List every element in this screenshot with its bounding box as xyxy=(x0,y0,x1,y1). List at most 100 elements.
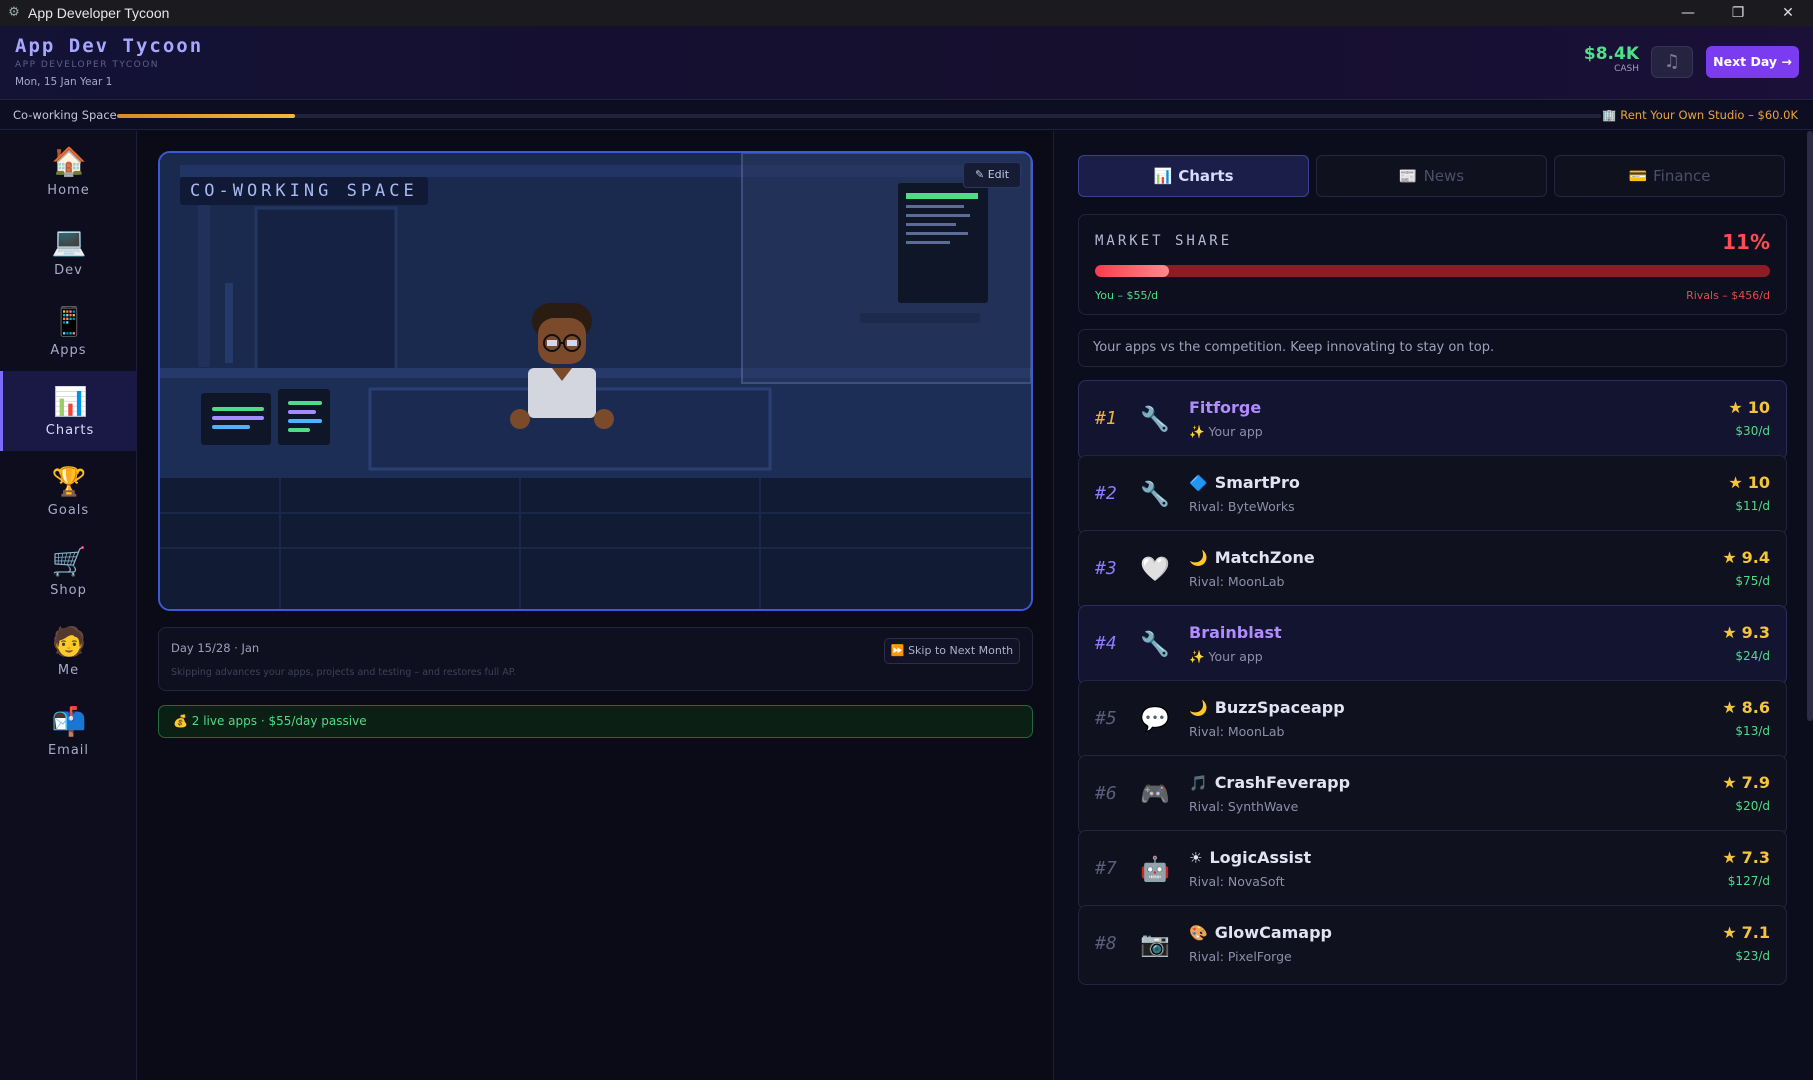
scene-label: CO-WORKING SPACE xyxy=(180,177,428,205)
score-value: 9.4 xyxy=(1741,548,1770,567)
star-icon: ★ xyxy=(1722,773,1737,792)
score-value: 10 xyxy=(1747,473,1770,492)
app-name-text: Fitforge xyxy=(1189,398,1262,417)
ranking-row[interactable]: #8 📷 🎨 GlowCamapp Rival: PixelForge ★ 7.1 $23/d xyxy=(1078,905,1787,985)
chart-icon: 📊 xyxy=(1153,167,1173,185)
sidebar-item-shop[interactable]: 🛒 Shop xyxy=(0,531,137,611)
newspaper-icon: 📰 xyxy=(1398,167,1418,185)
wrench-icon: 🔧 xyxy=(1140,630,1170,658)
building-icon: 🏢 xyxy=(1602,108,1621,122)
star-icon: ★ xyxy=(1722,923,1737,942)
edit-scene-button[interactable]: ✎ Edit xyxy=(963,162,1021,188)
app-name: 🌙 BuzzSpaceapp xyxy=(1189,698,1345,717)
office-scene[interactable]: CO-WORKING SPACE ✎ Edit xyxy=(158,151,1033,611)
wrench-icon: 🔧 xyxy=(1140,405,1170,433)
moon-icon: 🌙 xyxy=(1189,699,1208,717)
office-goal[interactable]: 🏢 Rent Your Own Studio – $60.0K xyxy=(1602,108,1798,122)
laptop-icon: 💻 xyxy=(51,225,87,258)
rank-number: #4 xyxy=(1095,633,1117,654)
sidebar-item-apps[interactable]: 📱 Apps xyxy=(0,291,137,371)
app-score: ★ 7.9 xyxy=(1722,773,1770,792)
score-value: 10 xyxy=(1747,398,1770,417)
music-toggle-button[interactable]: ♫ xyxy=(1651,46,1693,78)
sidebar-item-dev[interactable]: 💻 Dev xyxy=(0,211,137,291)
game-date: Mon, 15 Jan Year 1 xyxy=(15,76,113,88)
market-share-card: MARKET SHARE 11% You – $55/d Rivals – $4… xyxy=(1078,214,1787,315)
edit-label: Edit xyxy=(987,168,1010,181)
app-name-text: LogicAssist xyxy=(1209,848,1312,867)
score-value: 9.3 xyxy=(1741,623,1770,642)
sidebar-item-label: Goals xyxy=(47,503,90,518)
right-scrollbar[interactable] xyxy=(1807,131,1813,1080)
tab-news[interactable]: 📰 News xyxy=(1316,155,1547,197)
rank-number: #5 xyxy=(1095,708,1117,729)
app-name: 🔷 SmartPro xyxy=(1189,473,1300,492)
gamepad-icon: 🎮 xyxy=(1140,780,1170,808)
app-name-text: SmartPro xyxy=(1214,473,1300,492)
scrollbar-thumb[interactable] xyxy=(1807,131,1813,721)
ranking-row[interactable]: #3 🤍 🌙 MatchZone Rival: MoonLab ★ 9.4 $75/d xyxy=(1078,530,1787,610)
app-name: 🎵 CrashFeverapp xyxy=(1189,773,1350,792)
app-income: $23/d xyxy=(1735,949,1770,963)
sidebar-item-email[interactable]: 📬 Email xyxy=(0,691,137,771)
next-day-button[interactable]: Next Day → xyxy=(1706,46,1799,78)
day-counter: Day 15/28 · Jan xyxy=(171,641,260,655)
diamond-icon: 🔷 xyxy=(1189,474,1208,492)
tab-finance[interactable]: 💳 Finance xyxy=(1554,155,1785,197)
tab-charts[interactable]: 📊 Charts xyxy=(1078,155,1309,197)
restore-icon[interactable]: ❐ xyxy=(1713,0,1763,26)
sidebar-item-goals[interactable]: 🏆 Goals xyxy=(0,451,137,531)
ranking-row[interactable]: #4 🔧 Brainblast ✨ Your app ★ 9.3 $24/d xyxy=(1078,605,1787,685)
sidebar-item-charts[interactable]: 📊 Charts xyxy=(0,371,137,451)
app-income: $20/d xyxy=(1735,799,1770,813)
sidebar-item-home[interactable]: 🏠 Home xyxy=(0,131,137,211)
phone-icon: 📱 xyxy=(51,305,87,338)
office-progress-track xyxy=(117,114,1601,118)
star-icon: ★ xyxy=(1722,698,1737,717)
minimize-icon[interactable]: — xyxy=(1663,0,1713,26)
app-owner: Rival: ByteWorks xyxy=(1189,499,1295,514)
ranking-row[interactable]: #5 💬 🌙 BuzzSpaceapp Rival: MoonLab ★ 8.6 $13/d xyxy=(1078,680,1787,760)
score-value: 7.9 xyxy=(1741,773,1770,792)
app-score: ★ 8.6 xyxy=(1722,698,1770,717)
ranking-row[interactable]: #7 🤖 ☀ LogicAssist Rival: NovaSoft ★ 7.3 $127/d xyxy=(1078,830,1787,910)
tab-label: News xyxy=(1423,167,1465,185)
office-label: Co-working Space xyxy=(13,108,117,122)
rank-number: #2 xyxy=(1095,483,1117,504)
app-income: $11/d xyxy=(1735,499,1770,513)
sidebar-item-label: Shop xyxy=(50,583,87,598)
charts-panel: 📊 Charts 📰 News 💳 Finance MARKET SHARE 11% … xyxy=(1053,131,1813,1080)
house-icon: 🏠 xyxy=(51,145,87,178)
score-value: 8.6 xyxy=(1741,698,1770,717)
sidebar-item-label: Home xyxy=(47,183,90,198)
app-name: Brainblast xyxy=(1189,623,1282,642)
passive-income-banner: 💰 2 live apps · $55/day passive xyxy=(158,705,1033,738)
star-icon: ★ xyxy=(1722,548,1737,567)
cash-value: $8.4K xyxy=(1583,44,1639,64)
app-icon: ⚙ xyxy=(8,5,20,20)
close-icon[interactable]: ✕ xyxy=(1763,0,1813,26)
ranking-row[interactable]: #6 🎮 🎵 CrashFeverapp Rival: SynthWave ★ 7.9 $20… xyxy=(1078,755,1787,835)
skip-month-button[interactable]: ⏩ Skip to Next Month xyxy=(884,638,1020,664)
app-owner: ✨ Your app xyxy=(1189,424,1263,439)
sidebar-item-label: Me xyxy=(57,663,80,678)
app-score: ★ 10 xyxy=(1728,398,1770,417)
app-income: $13/d xyxy=(1735,724,1770,738)
app-owner: Rival: PixelForge xyxy=(1189,949,1292,964)
sidebar-item-me[interactable]: 🧑 Me xyxy=(0,611,137,691)
app-owner: Rival: NovaSoft xyxy=(1189,874,1285,889)
ranking-row[interactable]: #1 🔧 Fitforge ✨ Your app ★ 10 $30/d xyxy=(1078,380,1787,460)
robot-icon: 🤖 xyxy=(1140,855,1170,883)
app-name-text: CrashFeverapp xyxy=(1214,773,1351,792)
app-name-text: MatchZone xyxy=(1214,548,1315,567)
app-name: Fitforge xyxy=(1189,398,1261,417)
app-owner: Rival: SynthWave xyxy=(1189,799,1299,814)
ranking-row[interactable]: #2 🔧 🔷 SmartPro Rival: ByteWorks ★ 10 $11/d xyxy=(1078,455,1787,535)
music-icon: ♫ xyxy=(1663,51,1681,72)
sun-icon: ☀ xyxy=(1189,849,1203,867)
pencil-icon: ✎ xyxy=(974,168,988,181)
office-scene-illustration xyxy=(160,153,1031,609)
app-owner: Rival: MoonLab xyxy=(1189,574,1285,589)
app-owner: Rival: MoonLab xyxy=(1189,724,1285,739)
brand-title: App Dev Tycoon xyxy=(15,35,204,57)
